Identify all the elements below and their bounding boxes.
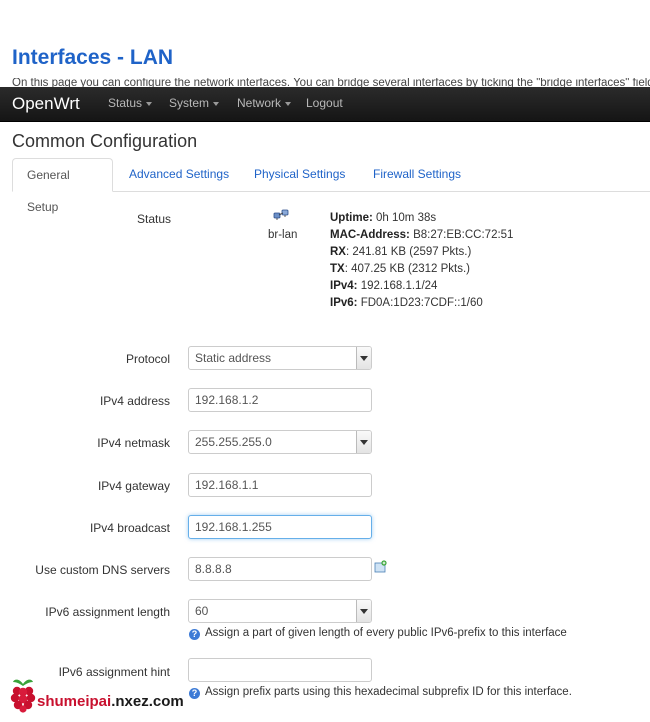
ipv4-netmask-value: 255.255.255.0 — [195, 435, 272, 449]
ipv4-address-input[interactable]: 192.168.1.2 — [188, 388, 372, 412]
chevron-down-icon — [356, 600, 371, 622]
ipv4-gateway-input[interactable]: 192.168.1.1 — [188, 473, 372, 497]
ipv4-netmask-select[interactable]: 255.255.255.0 — [188, 430, 372, 454]
rx-row: RX: 241.81 KB (2597 Pkts.) — [330, 246, 472, 258]
nav-logout-link[interactable]: Logout — [306, 96, 343, 110]
help-icon: ? — [189, 688, 200, 699]
chevron-down-icon — [356, 347, 371, 369]
network-interface-icon — [273, 209, 289, 220]
interface-name: br-lan — [268, 229, 298, 241]
watermark-text: shumeipai.nxez.com — [37, 693, 184, 710]
ipv6-row: IPv6: FD0A:1D23:7CDF::1/60 — [330, 297, 483, 309]
tab-firewall-settings[interactable]: Firewall Settings — [359, 158, 475, 190]
tab-physical-settings[interactable]: Physical Settings — [240, 158, 359, 190]
ipv6-hint-help: ? Assign prefix parts using this hexadeci… — [189, 686, 572, 699]
ipv6-length-select[interactable]: 60 — [188, 599, 372, 623]
ipv4-broadcast-input[interactable]: 192.168.1.255 — [188, 515, 372, 539]
ipv6-length-value: 60 — [195, 604, 209, 618]
nav-status-label: Status — [108, 96, 143, 110]
nav-system-label: System — [169, 96, 210, 110]
nav-network-menu[interactable]: Network — [237, 96, 292, 110]
config-tabs: General Setup Advanced Settings Physical… — [12, 158, 650, 214]
ipv4-netmask-label: IPv4 netmask — [97, 436, 170, 450]
nav-status-menu[interactable]: Status — [108, 96, 153, 110]
dns-servers-label: Use custom DNS servers — [35, 563, 170, 577]
ipv4-gateway-label: IPv4 gateway — [97, 479, 170, 493]
uptime-row: Uptime: 0h 10m 38s — [330, 212, 437, 224]
chevron-down-icon — [146, 101, 153, 106]
ipv6-hint-input[interactable] — [188, 658, 372, 682]
chevron-down-icon — [356, 431, 371, 453]
protocol-label: Protocol — [125, 352, 170, 366]
chevron-down-icon — [285, 101, 292, 106]
protocol-value: Static address — [195, 351, 272, 365]
protocol-select[interactable]: Static address — [188, 346, 372, 370]
tab-advanced-settings[interactable]: Advanced Settings — [115, 158, 243, 190]
tab-general-setup[interactable]: General Setup — [12, 158, 113, 214]
nav-system-menu[interactable]: System — [169, 96, 220, 110]
brand-logo[interactable]: OpenWrt — [12, 94, 80, 114]
status-label: Status — [137, 212, 172, 226]
mac-row: MAC-Address: B8:27:EB:CC:72:51 — [330, 229, 514, 241]
raspberry-logo-icon — [10, 679, 36, 713]
ipv6-length-help-text: Assign a part of given length of every p… — [205, 627, 567, 639]
tx-row: TX: 407.25 KB (2312 Pkts.) — [330, 263, 470, 275]
nav-network-label: Network — [237, 96, 282, 110]
top-navbar: OpenWrt Status System Network Logout — [0, 87, 650, 122]
dns-servers-input[interactable]: 8.8.8.8 — [188, 557, 372, 581]
interface-status-details: Uptime: 0h 10m 38s MAC-Address: B8:27:EB… — [330, 210, 513, 312]
help-icon: ? — [189, 629, 200, 640]
page-title: Interfaces - LAN — [12, 46, 174, 69]
ipv4-row: IPv4: 192.168.1.1/24 — [330, 280, 438, 292]
chevron-down-icon — [213, 101, 220, 106]
section-title: Common Configuration — [12, 131, 198, 151]
ipv6-hint-help-text: Assign prefix parts using this hexadecim… — [205, 686, 572, 698]
ipv6-length-help: ? Assign a part of given length of every … — [189, 627, 567, 640]
ipv6-hint-label: IPv6 assignment hint — [58, 665, 170, 679]
ipv4-address-label: IPv4 address — [99, 394, 170, 408]
ipv6-length-label: IPv6 assignment length — [45, 605, 170, 619]
ipv4-broadcast-label: IPv4 broadcast — [89, 521, 170, 535]
add-entry-icon[interactable] — [374, 560, 387, 573]
